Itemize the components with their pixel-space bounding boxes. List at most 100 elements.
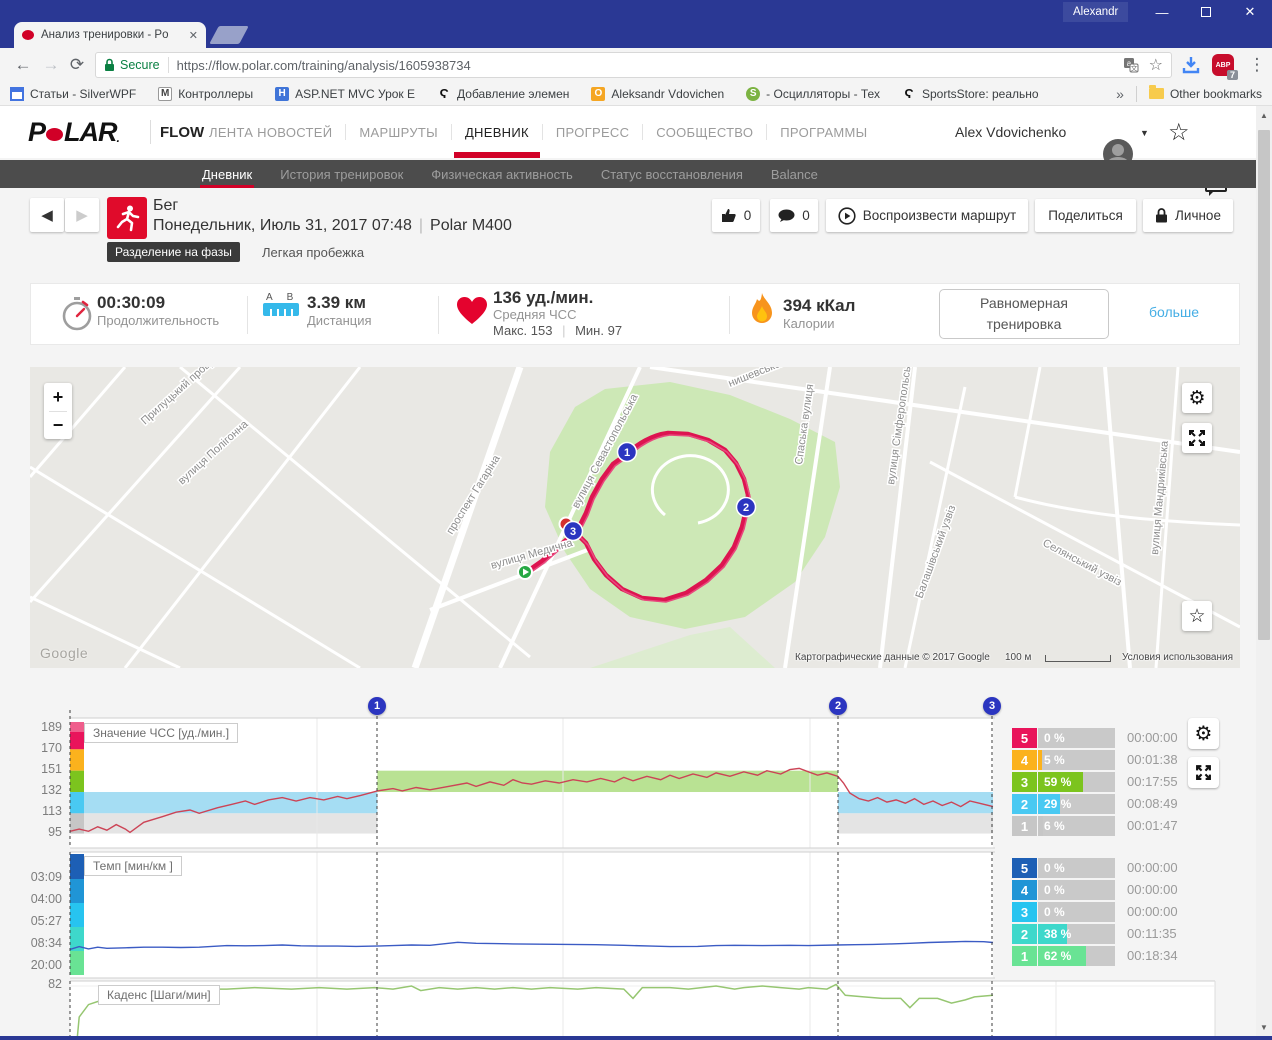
chrome-menu-icon[interactable]: ⋮ xyxy=(1244,52,1270,78)
scrollbar-thumb[interactable] xyxy=(1258,130,1270,640)
extension-download-icon[interactable] xyxy=(1180,54,1202,76)
star-icon: ☆ xyxy=(1188,605,1205,628)
address-bar[interactable]: Secure https://flow.polar.com/training/a… xyxy=(95,52,1172,78)
running-sport-icon xyxy=(107,197,147,239)
subnav-история-тренировок[interactable]: История тренировок xyxy=(266,160,417,188)
bookmark-item-5[interactable]: S- Осцилляторы - Тех xyxy=(746,87,880,101)
bookmark-favicon: Ϛ xyxy=(902,87,916,101)
bookmark-favicon: M xyxy=(158,87,172,101)
polar-nav-маршруты[interactable]: МАРШРУТЫ xyxy=(346,106,451,158)
comment-button[interactable]: 0 xyxy=(770,199,818,232)
other-bookmarks-folder-icon xyxy=(1149,88,1164,99)
map-terms-link[interactable]: Условия использования xyxy=(1122,652,1233,663)
bookmark-item-3[interactable]: ϚДобавление элемен xyxy=(437,87,569,101)
like-button[interactable]: 0 xyxy=(712,199,760,232)
hr-ytick: 132 xyxy=(26,783,62,797)
zone-time: 00:00:00 xyxy=(1127,882,1178,897)
pace-ytick: 04:00 xyxy=(26,892,62,906)
zone-time: 00:01:38 xyxy=(1127,752,1178,767)
expand-icon xyxy=(1195,764,1212,781)
tab-title: Анализ тренировки - Po xyxy=(41,29,185,41)
gear-icon: ⚙ xyxy=(1188,387,1205,410)
subnav-статус-восстановления[interactable]: Статус восстановления xyxy=(587,160,757,188)
subnav-физическая-активность[interactable]: Физическая активность xyxy=(417,160,587,188)
translate-icon[interactable]: a 文 xyxy=(1123,57,1139,73)
polar-nav-прогресс[interactable]: ПРОГРЕСС xyxy=(543,106,642,158)
bookmark-favicon: O xyxy=(591,87,605,101)
adblock-plus-icon[interactable]: ABP 7 xyxy=(1212,54,1234,76)
polar-logo[interactable]: P LAR . xyxy=(28,117,119,148)
map-zoom-in-button[interactable]: + xyxy=(53,384,64,411)
chart-settings-button[interactable]: ⚙ xyxy=(1188,718,1219,749)
bookmark-star-icon[interactable]: ☆ xyxy=(1149,55,1163,75)
share-button[interactable]: Поделиться xyxy=(1035,199,1136,232)
thumb-up-icon xyxy=(721,208,737,223)
forward-button[interactable]: → xyxy=(38,52,64,78)
secure-lock-icon xyxy=(104,58,115,72)
bookmark-item-4[interactable]: OAleksandr Vdovichen xyxy=(591,87,724,101)
map-settings-button[interactable]: ⚙ xyxy=(1182,383,1212,413)
url-separator xyxy=(168,57,169,73)
map-fullscreen-button[interactable] xyxy=(1182,423,1212,453)
zone-percent: 5 % xyxy=(1044,750,1065,770)
heart-icon xyxy=(456,296,488,326)
bookmark-item-1[interactable]: MКонтроллеры xyxy=(158,87,253,101)
zone-percent: 0 % xyxy=(1044,902,1065,922)
hr-ytick: 189 xyxy=(26,720,62,734)
window-maximize-button[interactable] xyxy=(1184,0,1228,24)
map-scale-bar xyxy=(1045,655,1111,662)
user-menu-chevron-down-icon[interactable]: ▼ xyxy=(1140,128,1149,138)
summary-stats-card: 00:30:09 Продолжительность AB 3.39 км Ди… xyxy=(30,283,1240,345)
date-device-separator: | xyxy=(412,217,430,234)
back-button[interactable]: ← xyxy=(10,52,36,78)
refresh-button[interactable]: ⟳ xyxy=(64,52,90,78)
window-minimize-button[interactable]: — xyxy=(1140,0,1184,24)
chart-fullscreen-button[interactable] xyxy=(1188,757,1219,788)
private-button[interactable]: Личное xyxy=(1143,199,1233,232)
next-session-button[interactable]: ▶ xyxy=(65,198,99,232)
training-benefit-button[interactable]: Равномерная тренировка xyxy=(939,289,1109,339)
map-zoom-out-button[interactable]: − xyxy=(53,412,64,439)
hr-ytick: 113 xyxy=(26,804,62,818)
user-name[interactable]: Alex Vdovichenko xyxy=(955,124,1066,142)
window-close-button[interactable]: ✕ xyxy=(1228,0,1272,24)
favorite-star-icon[interactable]: ☆ xyxy=(1168,118,1190,147)
bookmark-item-0[interactable]: Статьи - SilverWPF xyxy=(10,87,136,101)
zone-percent: 6 % xyxy=(1044,816,1065,836)
replay-route-button[interactable]: Воспроизвести маршрут xyxy=(826,199,1028,232)
polar-nav-сообщество[interactable]: СООБЩЕСТВО xyxy=(643,106,766,158)
subnav-balance[interactable]: Balance xyxy=(757,160,832,188)
zone-time: 00:00:00 xyxy=(1127,730,1178,745)
diary-subnav: ДневникИстория тренировокФизическая акти… xyxy=(0,160,1272,188)
previous-session-button[interactable]: ◀ xyxy=(30,198,64,232)
pace-ytick: 08:34 xyxy=(26,936,62,950)
other-bookmarks-label[interactable]: Other bookmarks xyxy=(1170,87,1262,101)
polar-nav-дневник[interactable]: ДНЕВНИК xyxy=(452,106,542,158)
tab-close-icon[interactable]: ✕ xyxy=(189,29,198,42)
windows-user-chip: Alexandr xyxy=(1063,2,1128,22)
bookmark-item-6[interactable]: ϚSportsStore: реально xyxy=(902,87,1039,101)
browser-tab[interactable]: Анализ тренировки - Po ✕ xyxy=(14,22,206,48)
scrollbar-down-arrow[interactable]: ▼ xyxy=(1256,1020,1272,1034)
map-favorite-button[interactable]: ☆ xyxy=(1182,601,1212,631)
hr-zone-row: 229 %00:08:49 xyxy=(1012,794,1188,814)
google-logo[interactable]: Google xyxy=(40,645,88,661)
polar-nav-лента-новостей[interactable]: ЛЕНТА НОВОСТЕЙ xyxy=(196,106,345,158)
phase-marker-1[interactable]: 1 xyxy=(368,697,386,715)
private-label: Личное xyxy=(1175,208,1221,223)
phase-marker-3[interactable]: 3 xyxy=(983,697,1001,715)
zone-number-chip: 1 xyxy=(1012,816,1037,836)
svg-text:2: 2 xyxy=(743,502,749,514)
more-link[interactable]: больше xyxy=(1149,304,1199,320)
route-map[interactable]: Прилуцький провулоквулиця Полігоннапросп… xyxy=(30,367,1240,668)
polar-nav-программы[interactable]: ПРОГРАММЫ xyxy=(767,106,880,158)
scrollbar-up-arrow[interactable]: ▲ xyxy=(1256,108,1272,122)
session-datetime: Понедельник, Июль 31, 2017 07:48|Polar M… xyxy=(153,217,512,235)
phase-marker-2[interactable]: 2 xyxy=(829,697,847,715)
bookmarks-overflow-chevron[interactable]: » xyxy=(1116,86,1124,102)
zone-number-chip: 4 xyxy=(1012,880,1037,900)
subnav-дневник[interactable]: Дневник xyxy=(188,160,266,188)
bookmark-item-2[interactable]: HASP.NET MVC Урок Е xyxy=(275,87,415,101)
pace-zone-row: 162 %00:18:34 xyxy=(1012,946,1188,966)
bookmark-favicon: S xyxy=(746,87,760,101)
